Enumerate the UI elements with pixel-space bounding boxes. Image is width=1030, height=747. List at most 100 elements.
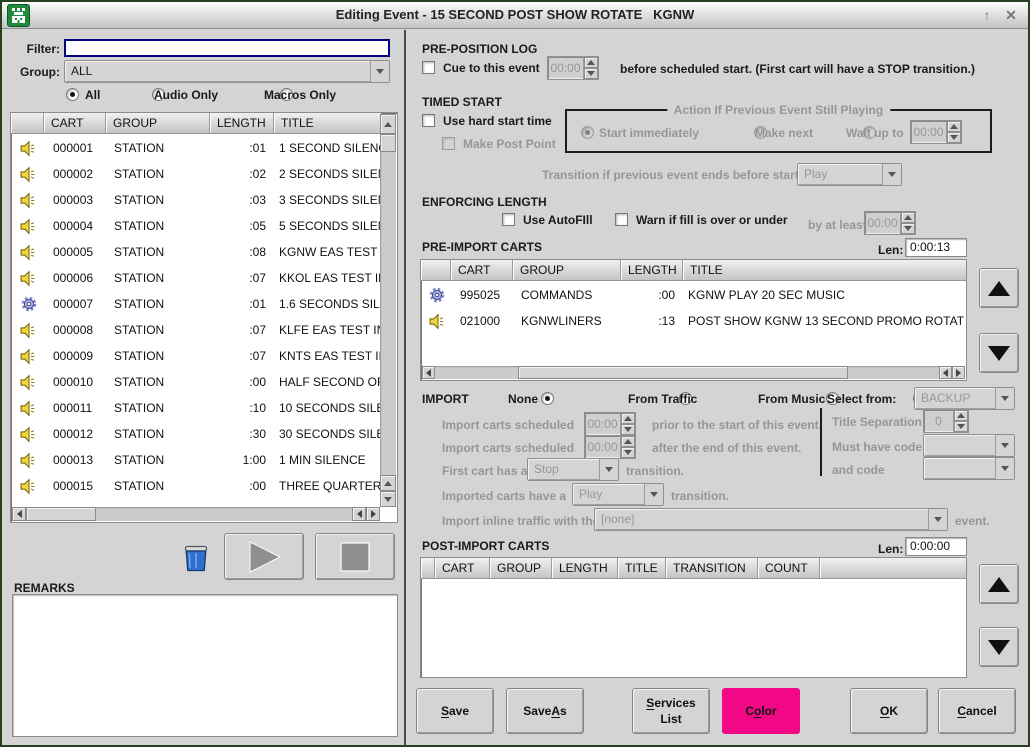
cue-time-spinbox[interactable]: 00:00 xyxy=(547,56,599,80)
cart-row[interactable]: 000011 STATION :10 10 SECONDS SILE xyxy=(12,395,380,421)
header-length[interactable]: LENGTH xyxy=(621,260,683,280)
cart-row[interactable]: 000007 STATION :01 1.6 SECONDS SIL xyxy=(12,291,380,317)
pre-import-move-up-button[interactable] xyxy=(979,268,1019,308)
spin-up-icon[interactable] xyxy=(584,57,598,68)
cart-row[interactable]: 000012 STATION :30 30 SECONDS SILE xyxy=(12,421,380,447)
sched1-spinbox[interactable]: 00:00 xyxy=(584,412,636,436)
header-icon-col[interactable] xyxy=(421,558,435,578)
filter-input[interactable] xyxy=(64,39,390,57)
cart-row[interactable]: 000015 STATION :00 THREE QUARTER xyxy=(12,473,380,499)
pre-import-len-value[interactable]: 0:00:13 xyxy=(905,238,967,257)
cart-row[interactable]: 000006 STATION :07 KKOL EAS TEST IN xyxy=(12,265,380,291)
header-cart[interactable]: CART xyxy=(451,260,513,280)
by-time-arrows[interactable] xyxy=(900,212,915,234)
header-icon-col[interactable] xyxy=(11,113,44,133)
cart-row[interactable]: 000010 STATION :00 HALF SECOND OF xyxy=(12,369,380,395)
make-post-point-checkbox[interactable] xyxy=(442,137,455,150)
post-import-len-value[interactable]: 0:00:00 xyxy=(905,537,967,556)
close-window-icon[interactable]: ✕ xyxy=(1000,4,1022,26)
header-title[interactable]: TITLE xyxy=(274,113,381,133)
cart-row[interactable]: 000004 STATION :05 5 SECONDS SILENCE xyxy=(12,213,380,239)
title-separation-arrows[interactable] xyxy=(953,410,968,432)
hscroll-thumb[interactable] xyxy=(518,366,848,379)
radio-start-immediately[interactable] xyxy=(581,126,594,139)
cart-row[interactable]: 000009 STATION :07 KNTS EAS TEST IN xyxy=(12,343,380,369)
scroll-right-icon[interactable] xyxy=(366,507,380,521)
chevron-down-icon[interactable] xyxy=(928,509,947,530)
post-import-header[interactable]: CART GROUP LENGTH TITLE TRANSITION COUNT xyxy=(421,558,966,579)
by-time-spinbox[interactable]: 00:00 xyxy=(864,211,916,235)
must-have-code-combo[interactable] xyxy=(923,434,1015,457)
spin-down-icon[interactable] xyxy=(621,447,635,458)
services-list-button[interactable]: Services List xyxy=(632,688,710,734)
vscroll-thumb[interactable] xyxy=(380,134,396,152)
inline-traffic-combo[interactable]: [none] xyxy=(594,508,948,531)
imported-transition-combo[interactable]: Play xyxy=(572,483,664,506)
wait-time-arrows[interactable] xyxy=(946,121,961,143)
pre-import-list[interactable]: 995025 COMMANDS :00 KGNW PLAY 20 SEC MUS… xyxy=(422,282,965,366)
header-icon-col[interactable] xyxy=(421,260,451,280)
chevron-down-icon[interactable] xyxy=(882,164,901,185)
cue-time-arrows[interactable] xyxy=(583,57,598,79)
sched2-arrows[interactable] xyxy=(620,436,635,458)
first-cart-transition-combo[interactable]: Stop xyxy=(527,458,619,481)
header-group[interactable]: GROUP xyxy=(513,260,621,280)
header-cart[interactable]: CART xyxy=(435,558,490,578)
sched1-arrows[interactable] xyxy=(620,413,635,435)
group-combo[interactable]: ALL xyxy=(64,60,390,83)
header-group[interactable]: GROUP xyxy=(490,558,552,578)
select-from-combo[interactable]: BACKUP xyxy=(914,387,1015,410)
play-button[interactable] xyxy=(224,533,304,580)
color-button[interactable]: Color xyxy=(722,688,800,734)
post-import-list[interactable] xyxy=(422,580,965,676)
post-import-move-down-button[interactable] xyxy=(979,627,1019,667)
scroll-right-icon[interactable] xyxy=(952,366,965,379)
cart-table-hscrollbar[interactable] xyxy=(12,507,380,521)
remarks-input[interactable] xyxy=(12,594,398,737)
chevron-down-icon[interactable] xyxy=(644,484,663,505)
spin-down-icon[interactable] xyxy=(621,424,635,435)
title-separation-spinbox[interactable]: 0 xyxy=(923,409,969,433)
spin-up-icon[interactable] xyxy=(901,212,915,223)
spin-up-icon[interactable] xyxy=(947,121,961,132)
save-button[interactable]: Save xyxy=(416,688,494,734)
cart-row[interactable]: 000003 STATION :03 3 SECONDS SILENCE xyxy=(12,187,380,213)
cue-to-event-checkbox[interactable] xyxy=(422,61,435,74)
shade-window-icon[interactable]: ↑ xyxy=(976,4,998,26)
pre-import-hscrollbar[interactable] xyxy=(422,366,965,379)
scroll-down-icon[interactable] xyxy=(380,491,396,507)
pre-import-row[interactable]: 995025 COMMANDS :00 KGNW PLAY 20 SEC MUS… xyxy=(422,282,965,308)
spin-up-icon[interactable] xyxy=(621,413,635,424)
spin-down-icon[interactable] xyxy=(901,223,915,234)
cart-table-header[interactable]: CART GROUP LENGTH TITLE xyxy=(11,113,381,134)
ok-button[interactable]: OK xyxy=(850,688,928,734)
stop-button[interactable] xyxy=(315,533,395,580)
pre-import-move-down-button[interactable] xyxy=(979,333,1019,373)
chevron-down-icon[interactable] xyxy=(599,459,618,480)
scroll-left-icon[interactable] xyxy=(12,507,26,521)
scroll-up-icon[interactable] xyxy=(380,475,396,491)
use-hard-start-checkbox[interactable] xyxy=(422,114,435,127)
hscroll-thumb[interactable] xyxy=(26,507,96,521)
header-cart[interactable]: CART xyxy=(44,113,106,133)
cart-table-vscrollbar[interactable] xyxy=(380,114,396,507)
scroll-left-icon[interactable] xyxy=(352,507,366,521)
save-as-button[interactable]: Save As xyxy=(506,688,584,734)
warn-fill-checkbox[interactable] xyxy=(615,213,628,226)
spin-down-icon[interactable] xyxy=(584,68,598,79)
cart-row[interactable]: 000002 STATION :02 2 SECONDS SILENCE xyxy=(12,161,380,187)
header-group[interactable]: GROUP xyxy=(106,113,210,133)
scroll-left-icon[interactable] xyxy=(939,366,952,379)
and-code-combo[interactable] xyxy=(923,457,1015,480)
title-bar[interactable]: Editing Event - 15 SECOND POST SHOW ROTA… xyxy=(2,2,1028,29)
cart-row[interactable]: 000008 STATION :07 KLFE EAS TEST IN xyxy=(12,317,380,343)
cart-row[interactable]: 000001 STATION :01 1 SECOND SILENCE xyxy=(12,135,380,161)
spin-down-icon[interactable] xyxy=(954,421,968,432)
chevron-down-icon[interactable] xyxy=(370,61,389,82)
header-count[interactable]: COUNT xyxy=(758,558,820,578)
pre-import-row[interactable]: 021000 KGNWLINERS :13 POST SHOW KGNW 13 … xyxy=(422,308,965,334)
header-length[interactable]: LENGTH xyxy=(552,558,618,578)
sched2-spinbox[interactable]: 00:00 xyxy=(584,435,636,459)
chevron-down-icon[interactable] xyxy=(995,388,1014,409)
trash-drop-target[interactable] xyxy=(176,537,216,577)
